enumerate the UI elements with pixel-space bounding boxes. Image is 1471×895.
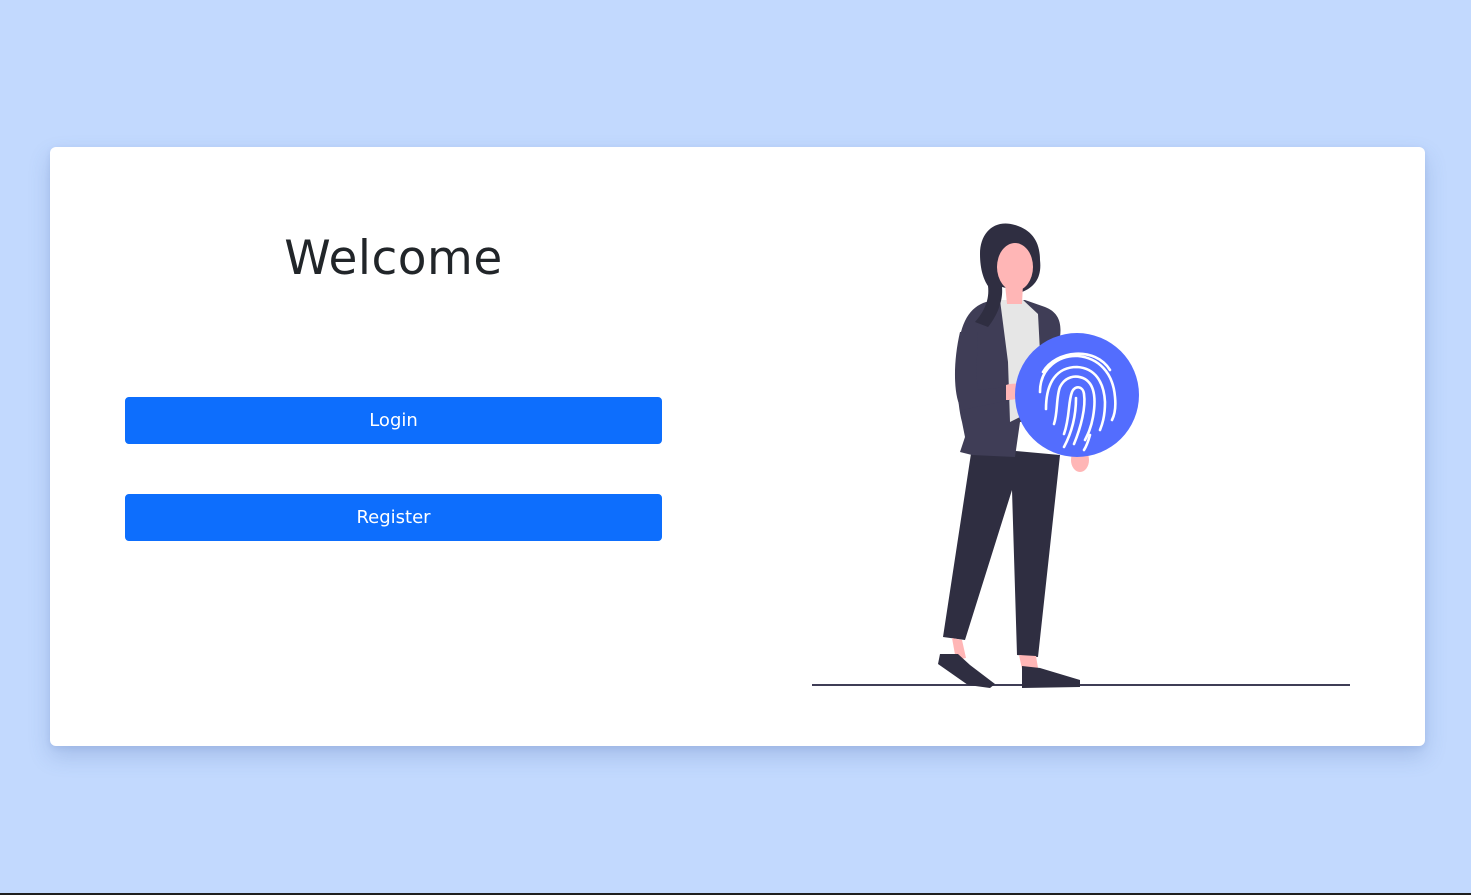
face: [997, 243, 1033, 291]
trousers: [943, 447, 1060, 657]
welcome-card: Welcome Login Register: [50, 147, 1425, 746]
register-button[interactable]: Register: [125, 494, 662, 541]
welcome-title: Welcome: [284, 231, 503, 286]
fingerprint-illustration: [812, 223, 1350, 688]
right-shoe: [1022, 666, 1080, 688]
left-shoe: [938, 654, 995, 688]
login-button[interactable]: Login: [125, 397, 662, 444]
